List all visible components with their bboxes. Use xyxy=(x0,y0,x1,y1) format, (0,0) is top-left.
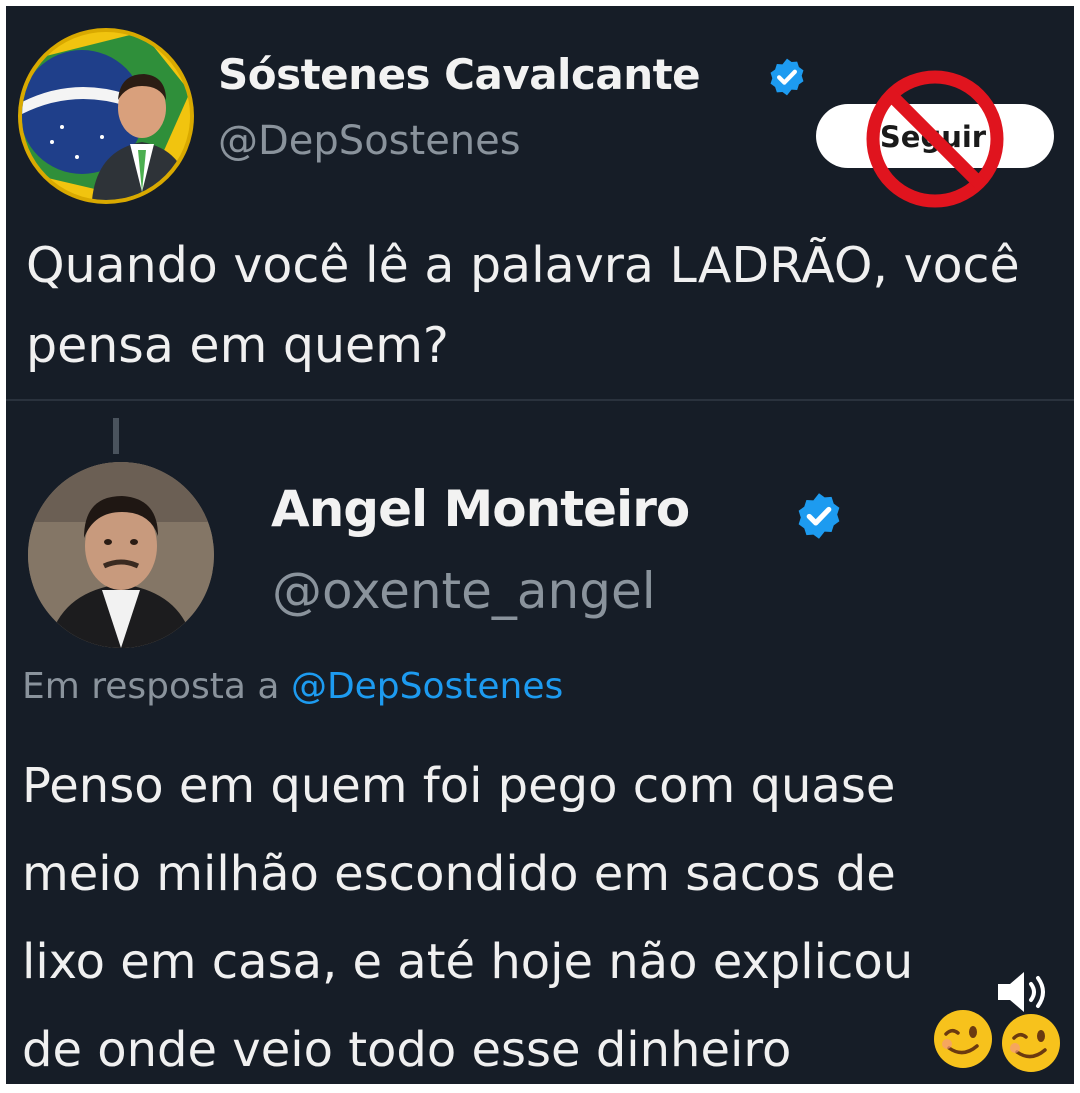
winking-face-emoji xyxy=(1002,1014,1060,1072)
tweet-divider xyxy=(6,399,1074,401)
reply-avatar[interactable] xyxy=(28,462,214,648)
no-entry-sign-icon xyxy=(866,70,1004,208)
reply-text-line: meio milhão escondido em sacos de xyxy=(22,846,896,902)
thread-connector-line xyxy=(113,418,119,454)
reply-text-line: de onde veio todo esse dinheiro xyxy=(22,1022,792,1078)
reply-text-line: Penso em quem foi pego com quase xyxy=(22,758,896,814)
reply-to-mention-link[interactable]: @DepSostenes xyxy=(291,666,563,707)
verified-badge-icon xyxy=(798,493,840,539)
screenshot-frame: Sóstenes Cavalcante @DepSostenes Seguir … xyxy=(6,6,1074,1084)
reply-text: Penso em quem foi pego com quase meio mi… xyxy=(22,742,1072,1084)
verified-badge-icon xyxy=(770,58,804,96)
reply-author-handle[interactable]: @oxente_angel xyxy=(272,562,656,620)
reply-text-line: lixo em casa, e até hoje não explicou xyxy=(22,934,914,990)
speaker-icon[interactable] xyxy=(994,966,1050,1018)
author-name[interactable]: Sóstenes Cavalcante xyxy=(218,50,701,99)
winking-face-emoji xyxy=(934,1010,992,1068)
reply-author-name[interactable]: Angel Monteiro xyxy=(271,480,690,538)
reply-to-prefix: Em resposta a xyxy=(22,666,280,707)
original-tweet: Sóstenes Cavalcante @DepSostenes Seguir … xyxy=(6,6,1074,398)
tweet-text: Quando você lê a palavra LADRÃO, você pe… xyxy=(26,237,1020,374)
reply-context: Em resposta a @DepSostenes xyxy=(22,666,563,707)
author-handle[interactable]: @DepSostenes xyxy=(218,118,521,164)
avatar[interactable] xyxy=(22,32,190,200)
